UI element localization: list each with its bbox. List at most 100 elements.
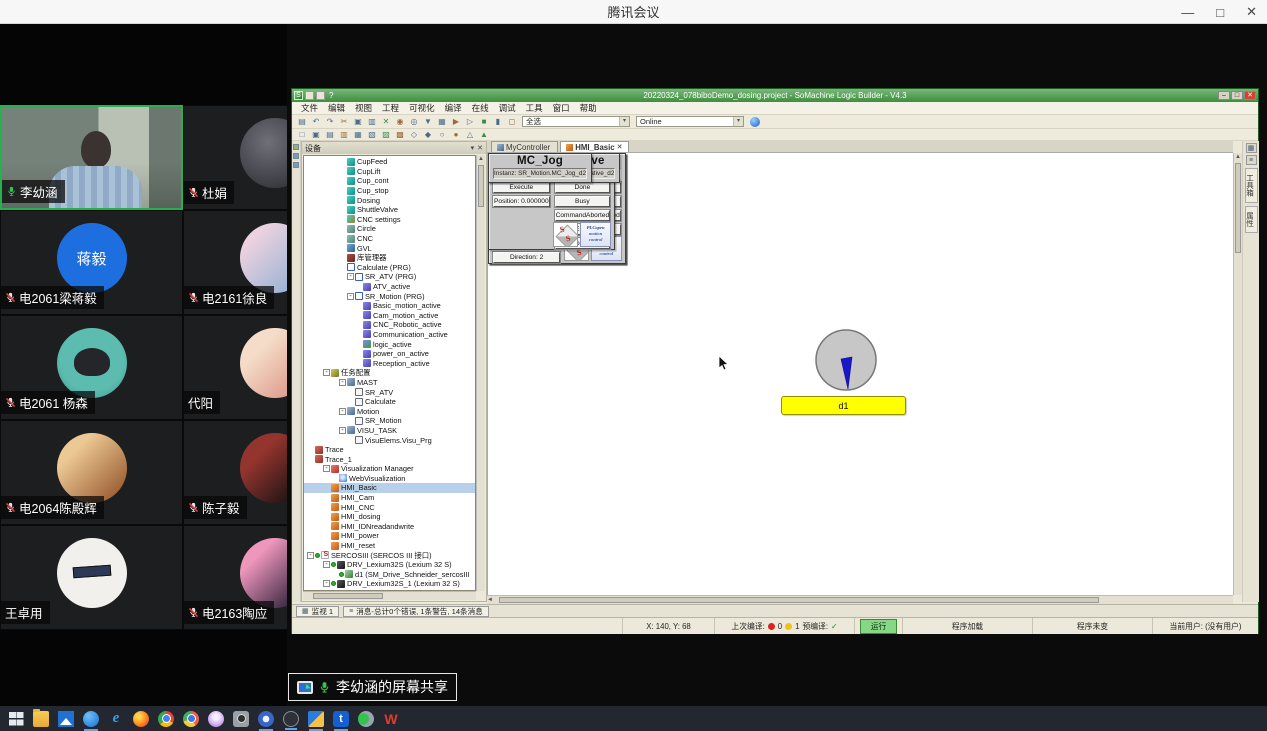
redo-icon[interactable]: ↷ bbox=[324, 116, 336, 127]
menu-item[interactable]: 帮助 bbox=[575, 102, 602, 114]
camera-app-icon[interactable] bbox=[233, 711, 249, 727]
device-tree-item[interactable]: MAST bbox=[304, 378, 475, 388]
device-tree-item[interactable]: HMI_dosing bbox=[304, 512, 475, 522]
device-tree-item[interactable]: Calculate (PRG) bbox=[304, 263, 475, 273]
recorder-app-icon[interactable] bbox=[283, 711, 299, 727]
menu-item[interactable]: 在线 bbox=[467, 102, 494, 114]
menu-item[interactable]: 工程 bbox=[377, 102, 404, 114]
menu-item[interactable]: 窗口 bbox=[548, 102, 575, 114]
somachine-minimize-button[interactable]: – bbox=[1218, 91, 1230, 100]
menu-item[interactable]: 可视化 bbox=[404, 102, 440, 114]
block-button[interactable]: Execute bbox=[493, 182, 550, 193]
device-tree-item[interactable]: CNC_Robotic_active bbox=[304, 320, 475, 330]
device-tree-item[interactable]: ShuttleValve bbox=[304, 205, 475, 215]
device-tree-item[interactable]: Cup_stop bbox=[304, 186, 475, 196]
device-tree-item[interactable]: CNC settings bbox=[304, 215, 475, 225]
chevron-down-icon[interactable]: ▾ bbox=[619, 117, 629, 126]
device-tree-item[interactable]: SERCOSIII (SERCOS III 接口) bbox=[304, 550, 475, 560]
tree-expander-icon[interactable] bbox=[339, 427, 346, 434]
settings-app-icon[interactable] bbox=[258, 711, 274, 727]
minimize-button[interactable]: — bbox=[1181, 5, 1194, 20]
participant-tile[interactable]: 电2064陈殿辉 bbox=[0, 420, 183, 525]
paste-icon[interactable]: ▥ bbox=[366, 116, 378, 127]
participant-tile[interactable]: 蒋毅 电2061梁蒋毅 bbox=[0, 210, 183, 315]
canvas-hscrollbar[interactable]: ◄ bbox=[487, 595, 1233, 604]
block-button[interactable]: CommandAborted bbox=[555, 210, 611, 221]
device-tree-item[interactable]: CNC bbox=[304, 234, 475, 244]
device-tree-item[interactable]: power_on_active bbox=[304, 349, 475, 359]
screen-share-banner[interactable]: 李幼涵的屏幕共享 bbox=[288, 673, 457, 701]
new-file-icon[interactable] bbox=[305, 91, 314, 100]
editor-tab[interactable]: HMI_Basic ✕ bbox=[560, 141, 628, 152]
step-into-icon[interactable]: ▲ bbox=[478, 129, 490, 140]
somachine-close-button[interactable]: ✕ bbox=[1244, 91, 1256, 100]
internet-explorer-icon[interactable] bbox=[108, 711, 124, 727]
tim-app-icon[interactable] bbox=[83, 711, 99, 727]
device-tree-item[interactable]: Motion bbox=[304, 406, 475, 416]
device-tree-item[interactable]: d1 (SM_Drive_Schneider_sercosIII bbox=[304, 570, 475, 580]
visu-icon[interactable]: ▦ bbox=[352, 129, 364, 140]
device-tree-item[interactable]: VisuElems.Visu_Prg bbox=[304, 435, 475, 445]
copy-icon[interactable]: ▣ bbox=[352, 116, 364, 127]
properties-icon[interactable]: ≡ bbox=[1246, 155, 1257, 165]
device-tree-item[interactable]: HMI_IDNreadandwrite bbox=[304, 522, 475, 532]
participant-tile[interactable]: 杜娟 bbox=[183, 105, 287, 210]
stop-icon[interactable]: ■ bbox=[478, 116, 490, 127]
chrome-icon[interactable] bbox=[158, 711, 174, 727]
toolbox-icon[interactable]: ▦ bbox=[1246, 143, 1257, 153]
logout-icon[interactable]: ▷ bbox=[464, 116, 476, 127]
tree-expander-icon[interactable] bbox=[323, 580, 330, 587]
block-button[interactable]: Position: 0.000000 bbox=[493, 196, 550, 207]
device-tree-item[interactable]: Cup_cont bbox=[304, 176, 475, 186]
trace-icon[interactable]: ▨ bbox=[380, 129, 392, 140]
device-tree-item[interactable]: HMI_power bbox=[304, 531, 475, 541]
status-chip[interactable]: ≡ 消息-总计0个错误, 1条警告, 14条消息 bbox=[343, 606, 489, 617]
delete-icon[interactable]: ✕ bbox=[380, 116, 392, 127]
tree-expander-icon[interactable] bbox=[323, 465, 330, 472]
device-tree-item[interactable]: CupLift bbox=[304, 167, 475, 177]
undo-icon[interactable]: ↶ bbox=[310, 116, 322, 127]
device-tree-item[interactable]: HMI_Cam bbox=[304, 493, 475, 503]
monitor-icon[interactable]: ○ bbox=[436, 129, 448, 140]
device-tree-item[interactable]: Circle bbox=[304, 224, 475, 234]
dock-vertical-tab[interactable]: 属性 bbox=[1245, 206, 1258, 233]
tree-expander-icon[interactable] bbox=[347, 273, 354, 280]
panel-close-icon[interactable]: ✕ bbox=[477, 144, 483, 152]
device-tree-item[interactable]: SR_Motion bbox=[304, 416, 475, 426]
assistant-app-icon[interactable] bbox=[208, 711, 224, 727]
tree-expander-icon[interactable] bbox=[347, 293, 354, 300]
device-tree-item[interactable]: Calculate bbox=[304, 397, 475, 407]
device-tree-item[interactable]: 库管理器 bbox=[304, 253, 475, 263]
device-tree-item[interactable]: SR_ATV bbox=[304, 387, 475, 397]
participant-tile[interactable]: 电2161徐良 bbox=[183, 210, 287, 315]
participant-tile[interactable]: 王卓用 bbox=[0, 525, 183, 630]
find-icon[interactable]: ◉ bbox=[394, 116, 406, 127]
participant-tile[interactable]: 电2061 杨森 bbox=[0, 315, 183, 420]
help-icon[interactable]: ? bbox=[329, 91, 333, 100]
login-icon[interactable]: ▶ bbox=[450, 116, 462, 127]
globe-icon[interactable] bbox=[750, 117, 760, 127]
photos-app-icon[interactable] bbox=[58, 711, 74, 727]
task-icon[interactable]: ▧ bbox=[366, 129, 378, 140]
breakpoint-icon[interactable]: ◻ bbox=[506, 116, 518, 127]
lanhu-app-icon[interactable] bbox=[308, 711, 324, 727]
block-button[interactable]: Direction: 2 bbox=[493, 252, 560, 263]
windows-start-icon[interactable] bbox=[8, 711, 24, 727]
device-tree-item[interactable]: SR_Motion (PRG) bbox=[304, 291, 475, 301]
tree-expander-icon[interactable] bbox=[307, 552, 314, 559]
device-tree-item[interactable]: Reception_active bbox=[304, 358, 475, 368]
menu-item[interactable]: 文件 bbox=[296, 102, 323, 114]
wechat-app-icon[interactable] bbox=[358, 711, 374, 727]
device-tree-item[interactable]: SR_ATV (PRG) bbox=[304, 272, 475, 282]
print-icon[interactable]: ▤ bbox=[296, 116, 308, 127]
menu-item[interactable]: 工具 bbox=[521, 102, 548, 114]
save-icon[interactable] bbox=[316, 91, 325, 100]
tree-expander-icon[interactable] bbox=[323, 561, 330, 568]
axis-icon[interactable]: ◆ bbox=[422, 129, 434, 140]
forces-icon[interactable]: ● bbox=[450, 129, 462, 140]
device-icon[interactable]: ▣ bbox=[310, 129, 322, 140]
device-tree-item[interactable]: Basic_motion_active bbox=[304, 301, 475, 311]
close-button[interactable]: ✕ bbox=[1246, 4, 1257, 20]
cut-icon[interactable]: ✂ bbox=[338, 116, 350, 127]
device-tree-item[interactable]: Cam_motion_active bbox=[304, 311, 475, 321]
